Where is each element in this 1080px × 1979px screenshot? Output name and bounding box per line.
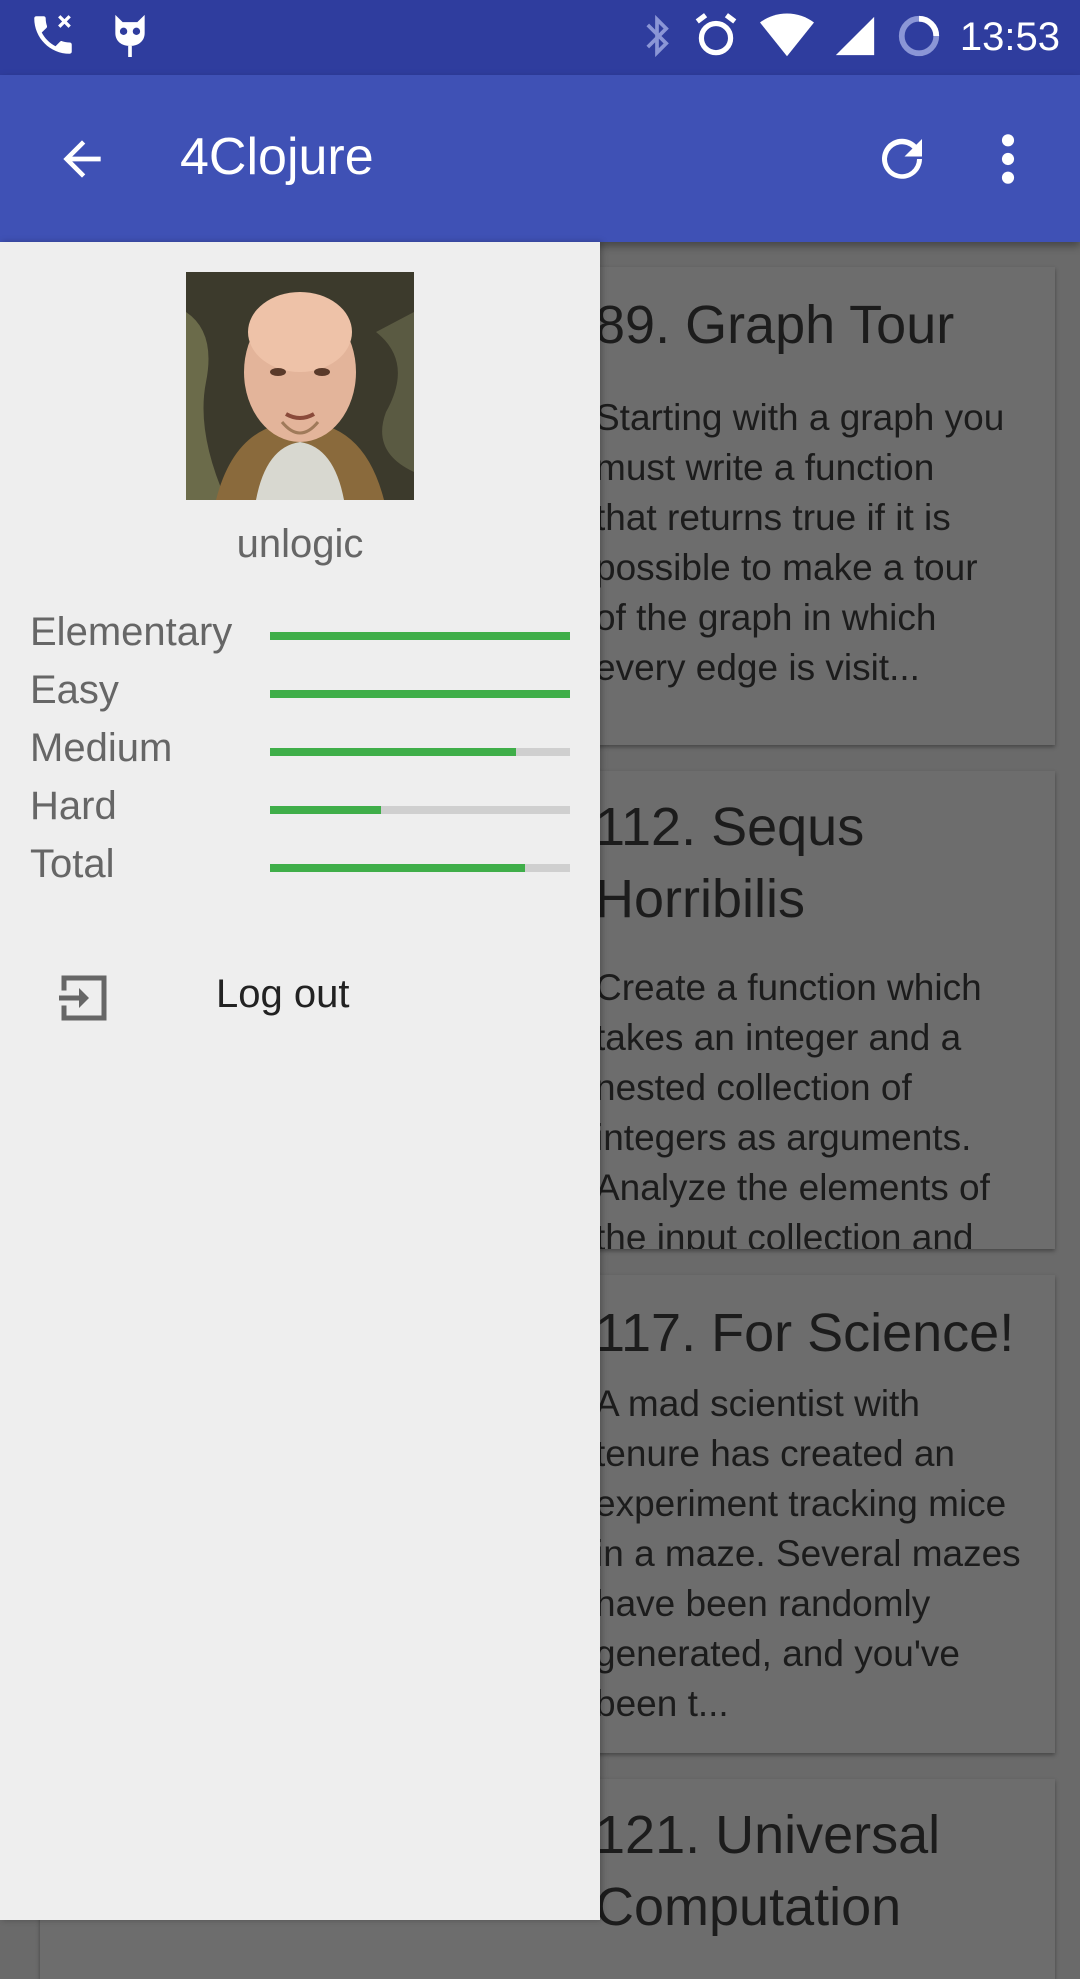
app-bar: 4Clojure [0,75,1080,242]
wifi-icon [759,13,814,63]
refresh-icon [882,138,922,179]
progress-bar-fill [270,806,381,814]
app-title: 4Clojure [180,128,374,186]
stat-row-easy: Easy [30,668,570,720]
logout-label: Log out [216,972,350,1016]
stat-row-hard: Hard [30,784,570,836]
problem-title: 89. Graph Tour [595,295,955,355]
stat-label: Elementary [30,610,233,654]
progress-bar-track [270,806,570,814]
more-vert-icon [1001,134,1015,184]
back-button[interactable] [48,125,116,193]
progress-bar-fill [270,632,570,640]
progress-bar-fill [270,748,516,756]
cyanogen-icon [108,10,152,64]
problem-description: A mad scientist with tenure has created … [595,1383,1021,1724]
stat-label: Total [30,842,115,886]
refresh-button[interactable] [868,125,936,193]
exit-to-app-icon [54,968,114,1028]
navigation-drawer: unlogic Elementary Easy Medium Hard Tota… [0,242,600,1920]
stat-label: Hard [30,784,117,828]
clock-time: 13:53 [959,15,1060,59]
battery-icon [896,13,942,63]
problem-title: 121. Universal Computation [595,1805,941,1937]
problem-description: Starting with a graph you must write a f… [595,397,1005,688]
stat-label: Easy [30,668,119,712]
stat-row-total: Total [30,842,570,894]
arrow-back-icon [63,140,101,178]
alarm-icon [690,11,742,65]
status-bar: 13:53 [0,0,1080,75]
more-options-button[interactable] [976,125,1040,193]
bluetooth-icon [642,12,672,64]
problem-title: 112. Sequs Horribilis [595,797,865,929]
avatar [186,272,414,500]
problem-title: 117. For Science! [595,1303,1015,1363]
progress-bar-track [270,748,570,756]
progress-bar-fill [270,864,525,872]
logout-button[interactable]: Log out [0,942,600,1052]
progress-bar-track [270,632,570,640]
missed-call-icon [28,10,78,64]
progress-bar-fill [270,690,570,698]
stat-row-medium: Medium [30,726,570,778]
stat-row-elementary: Elementary [30,610,570,662]
problem-description: Create a function which takes an integer… [595,967,990,1249]
progress-bar-track [270,690,570,698]
progress-bar-track [270,864,570,872]
username: unlogic [236,522,364,566]
stat-label: Medium [30,726,173,770]
signal-icon [832,13,878,63]
